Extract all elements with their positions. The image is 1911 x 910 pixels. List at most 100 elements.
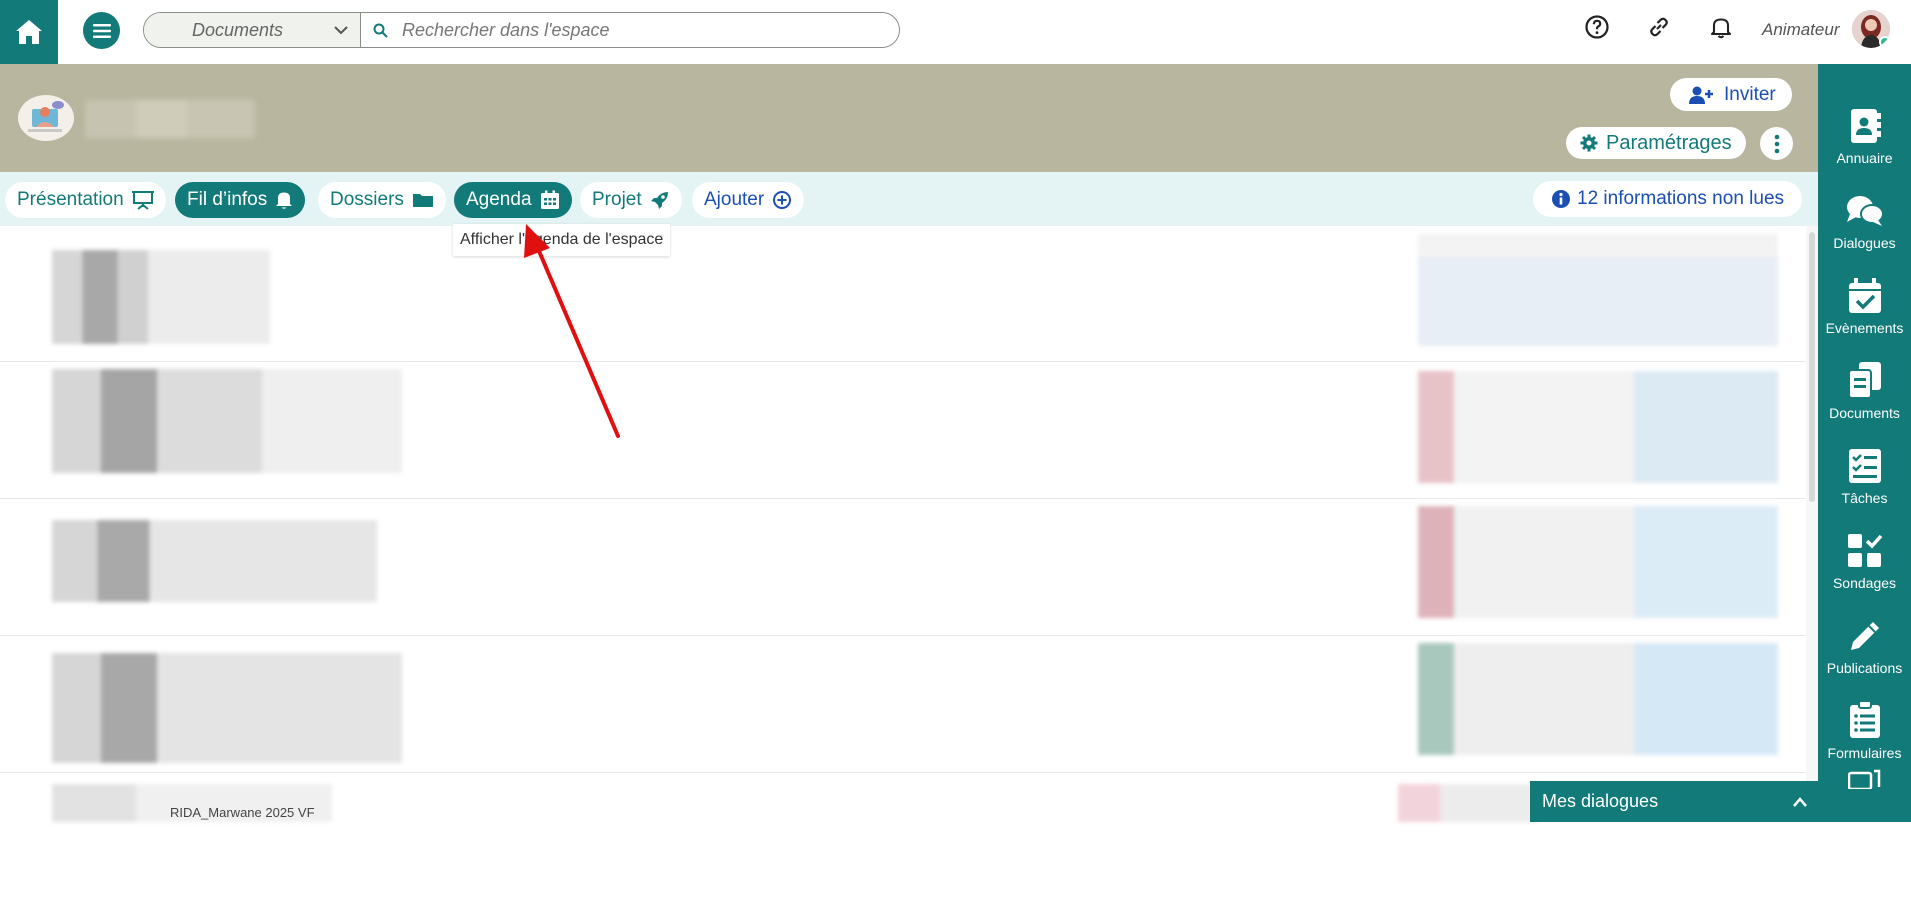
sidebar-item-dialogues[interactable]: Dialogues	[1818, 171, 1911, 251]
sidebar-item-publications[interactable]: Publications	[1818, 596, 1911, 676]
search-field-wrap	[361, 13, 899, 47]
tasks-icon	[1848, 449, 1881, 483]
help-button[interactable]	[1584, 14, 1610, 40]
tab-presentation[interactable]: Présentation	[5, 182, 166, 218]
tab-fil-infos[interactable]: Fil d’infos	[175, 182, 306, 218]
notifications-button[interactable]	[1708, 14, 1734, 40]
sidebar-item-annuaire[interactable]: Annuaire	[1818, 86, 1911, 166]
sidebar-item-label: Tâches	[1841, 490, 1888, 506]
invite-button[interactable]: Inviter	[1670, 78, 1792, 111]
pencil-icon	[1850, 622, 1879, 650]
chevron-up-icon	[1793, 796, 1807, 807]
menu-button[interactable]	[83, 12, 120, 49]
link-button[interactable]	[1646, 14, 1672, 40]
settings-button[interactable]: Paramétrages	[1566, 127, 1746, 159]
tab-label: Agenda	[466, 189, 532, 210]
tab-label: Fil d’infos	[187, 189, 268, 210]
tab-label: Dossiers	[330, 189, 404, 210]
scrollbar-thumb[interactable]	[1809, 232, 1815, 502]
more-options-button[interactable]	[1760, 127, 1793, 160]
space-logo-illustration	[28, 101, 64, 132]
menu-icon	[92, 23, 111, 38]
sidebar-item-label: Documents	[1829, 405, 1900, 421]
tab-label: Projet	[592, 189, 642, 210]
poll-icon	[1847, 534, 1882, 567]
plus-circle-icon	[773, 191, 792, 209]
feed-row-preview-redacted	[52, 653, 402, 763]
unread-info-button[interactable]: 12 informations non lues	[1533, 181, 1803, 217]
avatar[interactable]	[1852, 10, 1890, 48]
my-dialogues-panel[interactable]: Mes dialogues	[1530, 781, 1820, 822]
feed-row-meta-redacted	[1418, 234, 1778, 346]
tab-agenda[interactable]: Agenda	[454, 182, 572, 218]
chat-icon	[1846, 196, 1884, 226]
bell-icon	[276, 192, 293, 209]
unread-label: 12 informations non lues	[1577, 188, 1785, 209]
tab-label: Présentation	[17, 189, 124, 210]
tab-label: Ajouter	[704, 189, 765, 210]
online-status-dot	[1879, 36, 1890, 48]
rocket-icon	[650, 192, 668, 209]
help-icon	[1585, 15, 1609, 39]
more-tools-icon	[1848, 769, 1881, 789]
chevron-down-icon	[334, 26, 348, 35]
calendar-check-icon	[1848, 278, 1881, 313]
feed-row-preview-redacted	[52, 520, 377, 602]
my-dialogues-label: Mes dialogues	[1542, 791, 1659, 811]
feed-row-preview-redacted	[52, 250, 270, 344]
sidebar-item-evenements[interactable]: Evènements	[1818, 256, 1911, 336]
documents-icon	[1847, 362, 1881, 399]
feed-row[interactable]	[0, 226, 1818, 362]
tab-ajouter[interactable]: Ajouter	[692, 182, 805, 218]
home-icon	[16, 20, 42, 44]
feed-row-meta-redacted	[1418, 371, 1778, 483]
red-arrow-annotation	[524, 224, 620, 438]
sidebar-item-formulaires[interactable]: Formulaires	[1818, 681, 1911, 761]
form-icon	[1849, 701, 1880, 738]
add-user-icon	[1689, 86, 1713, 104]
right-sidebar: Annuaire Dialogues Evènements Documents	[1818, 64, 1911, 822]
tab-dossiers[interactable]: Dossiers	[318, 182, 446, 218]
search-icon	[373, 23, 388, 38]
feed-row-meta-redacted	[1398, 784, 1538, 822]
gear-icon	[1580, 134, 1598, 152]
feed-row[interactable]	[0, 637, 1818, 773]
sidebar-item-label: Publications	[1826, 660, 1903, 676]
sidebar-item-label: Evènements	[1825, 320, 1904, 336]
search-input[interactable]	[402, 19, 882, 41]
kebab-icon	[1774, 134, 1779, 153]
space-banner	[0, 64, 1818, 172]
feed-row[interactable]	[0, 363, 1818, 499]
sidebar-item-documents[interactable]: Documents	[1818, 341, 1911, 421]
bell-icon	[1710, 18, 1732, 39]
info-icon	[1552, 190, 1570, 208]
file-name: RIDA_Marwane 2025 VF	[170, 805, 315, 820]
feed-content	[0, 226, 1818, 822]
search-bar: Documents	[143, 12, 900, 48]
calendar-icon	[540, 190, 559, 209]
invite-label: Inviter	[1724, 83, 1776, 105]
feed-row-meta-redacted	[1418, 506, 1778, 618]
presentation-icon	[131, 191, 154, 210]
sidebar-item-label: Formulaires	[1827, 745, 1902, 761]
top-bar: Documents Anim	[0, 0, 1911, 64]
link-icon	[1650, 17, 1668, 37]
space-logo	[18, 95, 74, 141]
feed-row-preview-redacted	[52, 369, 402, 473]
settings-label: Paramétrages	[1606, 131, 1732, 154]
sidebar-item-label: Sondages	[1832, 575, 1897, 591]
feed-row-meta-redacted	[1418, 643, 1778, 755]
tab-projet[interactable]: Projet	[580, 182, 682, 218]
search-scope-select[interactable]: Documents	[144, 13, 361, 47]
sidebar-item-taches[interactable]: Tâches	[1818, 426, 1911, 506]
user-role: Animateur	[1762, 20, 1840, 39]
sidebar-item-sondages[interactable]: Sondages	[1818, 511, 1911, 591]
feed-row[interactable]	[0, 500, 1818, 636]
directory-icon	[1850, 109, 1881, 143]
folder-icon	[412, 194, 433, 207]
home-button[interactable]	[0, 0, 58, 64]
sidebar-item-label: Dialogues	[1833, 235, 1896, 251]
sidebar-item-label: Annuaire	[1836, 150, 1893, 166]
space-name-redacted	[85, 100, 255, 138]
search-scope-value: Documents	[192, 19, 284, 40]
